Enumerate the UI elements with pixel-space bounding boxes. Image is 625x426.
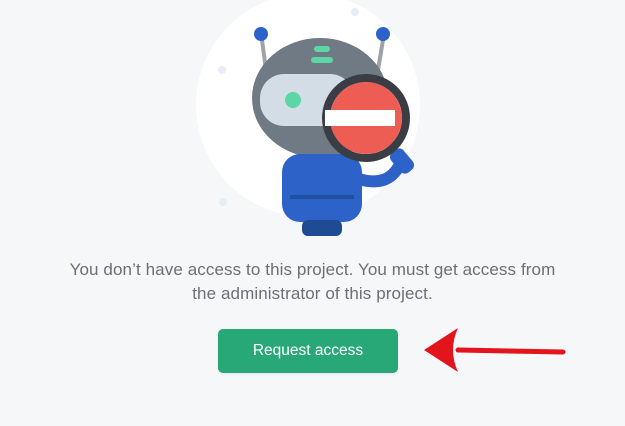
red-arrow-left-icon (424, 328, 566, 372)
access-denied-message: You don’t have access to this project. Y… (0, 258, 625, 306)
message-line-2: the administrator of this project. (192, 284, 433, 303)
robot-no-access-icon (196, 0, 420, 236)
access-denied-page: You don’t have access to this project. Y… (0, 0, 625, 426)
request-access-button[interactable]: Request access (218, 329, 398, 373)
message-line-1: You don’t have access to this project. Y… (69, 260, 556, 279)
